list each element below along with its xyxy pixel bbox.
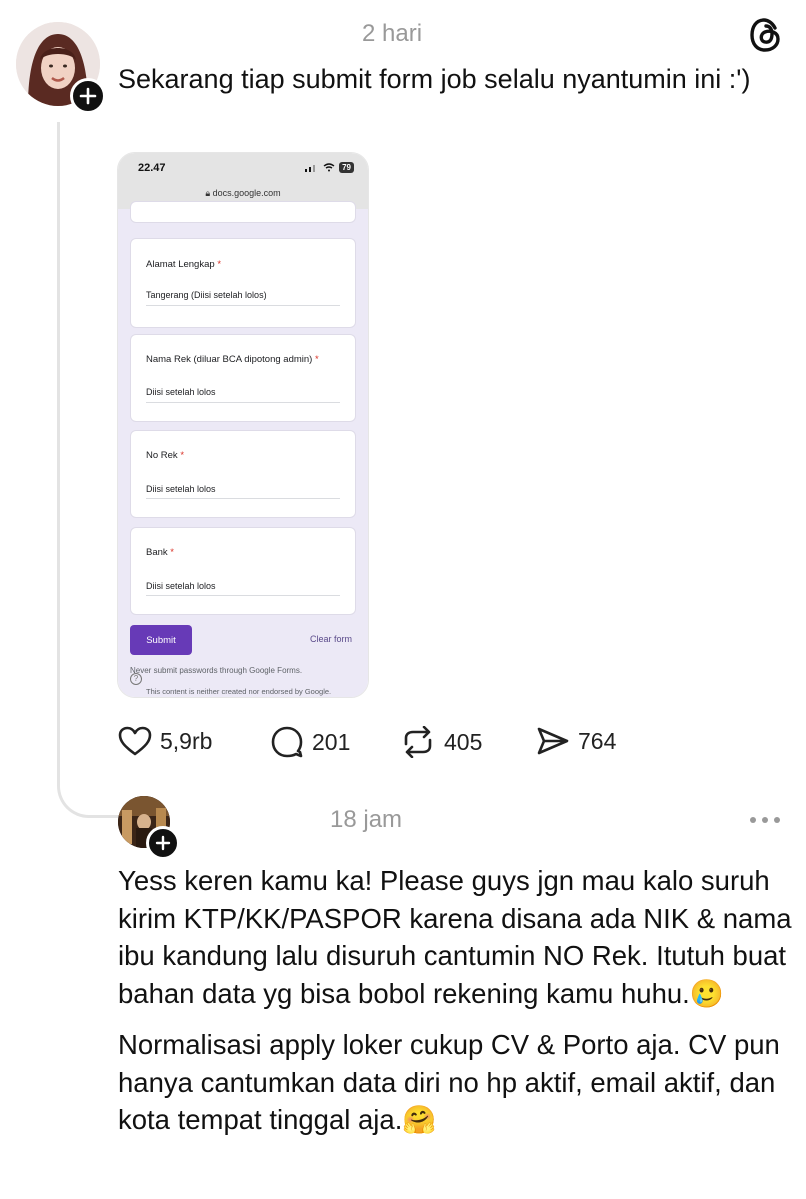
like-count: 5,9rb <box>160 727 213 754</box>
field-label: Alamat Lengkap * <box>146 259 222 270</box>
field-value: Diisi setelah lolos <box>146 387 216 397</box>
field-label: Nama Rek (diluar BCA dipotong admin) * <box>146 354 319 365</box>
field-label: No Rek * <box>146 450 185 461</box>
comment-icon <box>271 726 303 758</box>
field-label: Bank * <box>146 547 174 558</box>
share-button[interactable]: 764 <box>536 726 616 756</box>
like-button[interactable]: 5,9rb <box>118 726 212 756</box>
reply-paragraph-2: Normalisasi apply loker cukup CV & Porto… <box>118 1029 780 1135</box>
reply-button[interactable]: 201 <box>270 726 350 758</box>
hugging-emoji: 🤗 <box>402 1104 437 1135</box>
form-background: Alamat Lengkap * Tangerang (Diisi setela… <box>118 201 368 697</box>
reply-paragraph-1: Yess keren kamu ka! Please guys jgn mau … <box>118 865 792 1009</box>
reply-count: 201 <box>312 728 351 755</box>
status-icons: 79 <box>305 162 354 173</box>
repost-icon <box>404 726 432 758</box>
form-card-bank[interactable]: Bank * Diisi setelah lolos <box>130 527 356 615</box>
form-card-address[interactable]: Alamat Lengkap * Tangerang (Diisi setela… <box>130 238 356 328</box>
repost-count: 405 <box>444 728 483 755</box>
reply-text: Yess keren kamu ka! Please guys jgn mau … <box>118 862 798 1139</box>
endorse-disclaimer: This content is neither created nor endo… <box>146 687 332 696</box>
thread-connector-line <box>57 122 121 818</box>
battery-level: 79 <box>339 162 354 173</box>
post-text: Sekarang tiap submit form job selalu nya… <box>118 64 751 94</box>
attached-screenshot[interactable]: 22.47 79 🔒︎ docs.google.com Alamat Lengk… <box>117 152 369 698</box>
field-underline <box>146 595 340 596</box>
send-icon <box>537 727 569 755</box>
field-underline <box>146 402 340 403</box>
field-value: Diisi setelah lolos <box>146 581 216 591</box>
follow-plus-icon[interactable] <box>146 826 180 860</box>
field-underline <box>146 498 340 499</box>
follow-plus-icon[interactable] <box>70 78 106 114</box>
form-card-account-number[interactable]: No Rek * Diisi setelah lolos <box>130 430 356 518</box>
field-value: Diisi setelah lolos <box>146 484 216 494</box>
reply-timestamp: 18 jam <box>330 806 403 833</box>
wifi-icon <box>323 163 335 172</box>
more-horizontal-icon[interactable] <box>748 812 782 828</box>
threads-logo-icon[interactable] <box>748 16 784 54</box>
field-value: Tangerang (Diisi setelah lolos) <box>146 290 267 300</box>
post-timestamp: 2 hari <box>362 20 423 47</box>
url-text: docs.google.com <box>212 188 281 198</box>
share-count: 764 <box>578 727 617 754</box>
form-card-previous <box>130 201 356 223</box>
password-warning: Never submit passwords through Google Fo… <box>130 666 303 675</box>
field-underline <box>146 305 340 306</box>
url-bar: 🔒︎ docs.google.com <box>118 188 368 199</box>
help-icon[interactable]: ? <box>130 673 142 685</box>
status-time: 22.47 <box>138 162 166 174</box>
submit-button[interactable]: Submit <box>130 625 192 655</box>
form-card-account-name[interactable]: Nama Rek (diluar BCA dipotong admin) * D… <box>130 334 356 422</box>
signal-icon <box>305 164 316 172</box>
clear-form-link[interactable]: Clear form <box>310 634 352 644</box>
crying-smile-emoji: 🥲 <box>689 977 725 1009</box>
heart-icon <box>118 726 152 756</box>
repost-button[interactable]: 405 <box>400 726 482 758</box>
lock-icon: 🔒︎ <box>205 188 211 198</box>
